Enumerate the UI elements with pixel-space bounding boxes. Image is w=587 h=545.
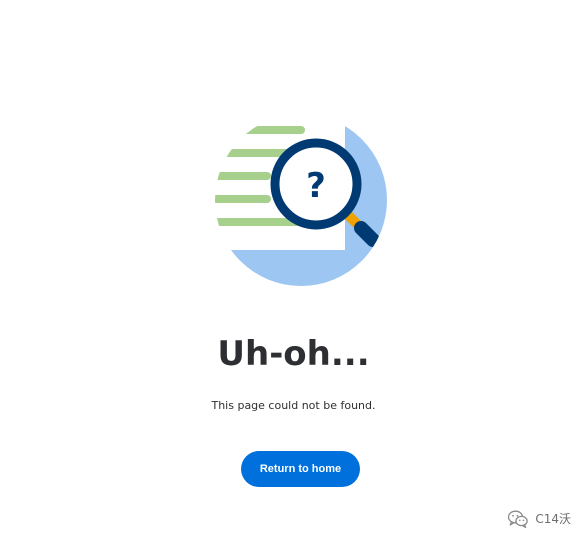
return-home-button[interactable]: Return to home <box>241 451 360 487</box>
wechat-icon <box>508 510 529 529</box>
question-mark-symbol: ? <box>306 166 326 206</box>
watermark: C14沃 <box>507 509 571 529</box>
magnifier-question-icon: ? <box>215 114 387 286</box>
error-message: This page could not be found. <box>211 399 376 412</box>
page-title: Uh-oh... <box>217 334 370 374</box>
watermark-text: C14沃 <box>535 512 571 526</box>
